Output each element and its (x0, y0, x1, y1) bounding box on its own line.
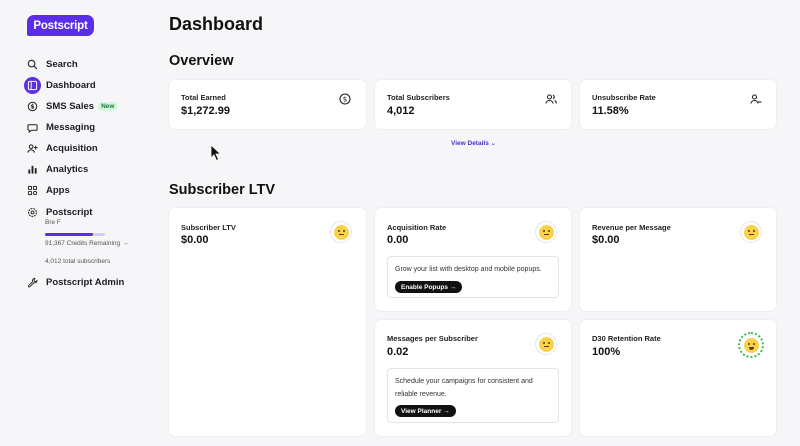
sidebar-item-apps[interactable]: Apps (24, 181, 142, 199)
gear-icon (24, 204, 41, 221)
svg-text:$: $ (30, 103, 34, 110)
credits-progress-bar (45, 233, 105, 236)
sidebar-item-acquisition[interactable]: Acquisition (24, 139, 142, 157)
card-title: Unsubscribe Rate (592, 93, 656, 102)
sidebar-item-analytics[interactable]: Analytics (24, 160, 142, 178)
search-icon (24, 56, 41, 73)
sidebar-item-label: SMS Sales (46, 100, 95, 112)
sidebar-item-label: Postscript Admin (46, 276, 125, 288)
dollar-circle-icon: $ (339, 93, 351, 105)
card-value: 11.58% (592, 105, 629, 117)
users-icon (545, 94, 557, 104)
thinking-emoji-icon (535, 333, 557, 355)
card-value: 0.00 (387, 234, 409, 246)
card-value: $0.00 (592, 234, 620, 246)
popups-hint-box: Grow your list with desktop and mobile p… (387, 256, 559, 298)
view-details-link[interactable]: View Details ⌄ (451, 139, 496, 147)
sidebar-item-label: Search (46, 58, 78, 70)
thinking-emoji-icon (535, 221, 557, 243)
sidebar-item-sms-sales[interactable]: $ SMS Sales New (24, 97, 142, 115)
sidebar-item-label: Apps (46, 184, 70, 196)
card-title: Acquisition Rate (387, 223, 447, 232)
card-title: Total Earned (181, 93, 226, 102)
thinking-emoji-icon (330, 221, 352, 243)
total-earned-card: Total Earned $1,272.99 $ (169, 80, 366, 129)
card-title: Revenue per Message (592, 223, 671, 232)
dollar-icon: $ (24, 98, 41, 115)
view-planner-button[interactable]: View Planner → (395, 405, 456, 417)
page-title: Dashboard (169, 14, 264, 34)
acquisition-icon (24, 140, 41, 157)
planner-hint-box: Schedule your campaigns for consistent a… (387, 368, 559, 423)
svg-text:$: $ (343, 96, 347, 104)
messages-per-subscriber-card: Messages per Subscriber 0.02 Schedule yo… (375, 320, 571, 436)
enable-popups-button[interactable]: Enable Popups → (395, 281, 463, 293)
sidebar-item-search[interactable]: Search (24, 55, 142, 73)
sidebar-item-label: Acquisition (46, 142, 98, 154)
acquisition-rate-card: Acquisition Rate 0.00 Grow your list wit… (375, 208, 571, 311)
card-title: Messages per Subscriber (387, 334, 478, 343)
card-title: D30 Retention Rate (592, 334, 661, 343)
card-title: Subscriber LTV (181, 223, 236, 232)
apps-icon (24, 182, 41, 199)
thinking-emoji-icon (740, 221, 762, 243)
dashboard-icon (24, 76, 41, 94)
account-user: Bre F (45, 219, 61, 226)
grinning-emoji-icon (738, 332, 764, 358)
total-subscribers-text: 4,012 total subscribers (45, 258, 111, 265)
sidebar-item-label: Dashboard (46, 79, 96, 91)
unsubscribe-rate-card: Unsubscribe Rate 11.58% (580, 80, 776, 129)
sidebar-item-messaging[interactable]: Messaging (24, 118, 142, 136)
sidebar-item-postscript[interactable]: Postscript (24, 203, 142, 221)
analytics-icon (24, 161, 41, 178)
sidebar-item-label: Analytics (46, 163, 89, 175)
wrench-icon (24, 274, 41, 291)
sidebar: Postscript Search Dashboard $ SMS Sales … (0, 0, 150, 446)
sidebar-item-postscript-admin[interactable]: Postscript Admin (24, 273, 142, 291)
card-value: $1,272.99 (181, 105, 230, 117)
card-value: 4,012 (387, 105, 415, 117)
overview-heading: Overview (169, 53, 234, 69)
hint-text: Grow your list with desktop and mobile p… (395, 266, 542, 273)
sidebar-item-dashboard[interactable]: Dashboard (24, 76, 142, 94)
subscriber-ltv-card: Subscriber LTV $0.00 (169, 208, 366, 436)
sidebar-item-label: Messaging (46, 121, 96, 133)
new-badge: New (98, 101, 118, 111)
mouse-cursor-icon (210, 144, 222, 162)
user-minus-icon (750, 94, 762, 104)
credits-progress-fill (45, 233, 93, 236)
revenue-per-message-card: Revenue per Message $0.00 (580, 208, 776, 311)
card-value: $0.00 (181, 234, 209, 246)
d30-retention-rate-card: D30 Retention Rate 100% (580, 320, 776, 436)
postscript-logo[interactable]: Postscript (27, 15, 94, 36)
card-value: 100% (592, 346, 621, 358)
message-icon (24, 119, 41, 136)
credits-remaining-link[interactable]: 91,367 Credits Remaining → (45, 240, 128, 247)
total-subscribers-card: Total Subscribers 4,012 (375, 80, 571, 129)
subscriber-ltv-heading: Subscriber LTV (169, 182, 276, 198)
card-title: Total Subscribers (387, 93, 450, 102)
sidebar-item-label: Postscript (46, 206, 93, 218)
card-value: 0.02 (387, 346, 409, 358)
hint-text: Schedule your campaigns for consistent a… (395, 378, 533, 398)
